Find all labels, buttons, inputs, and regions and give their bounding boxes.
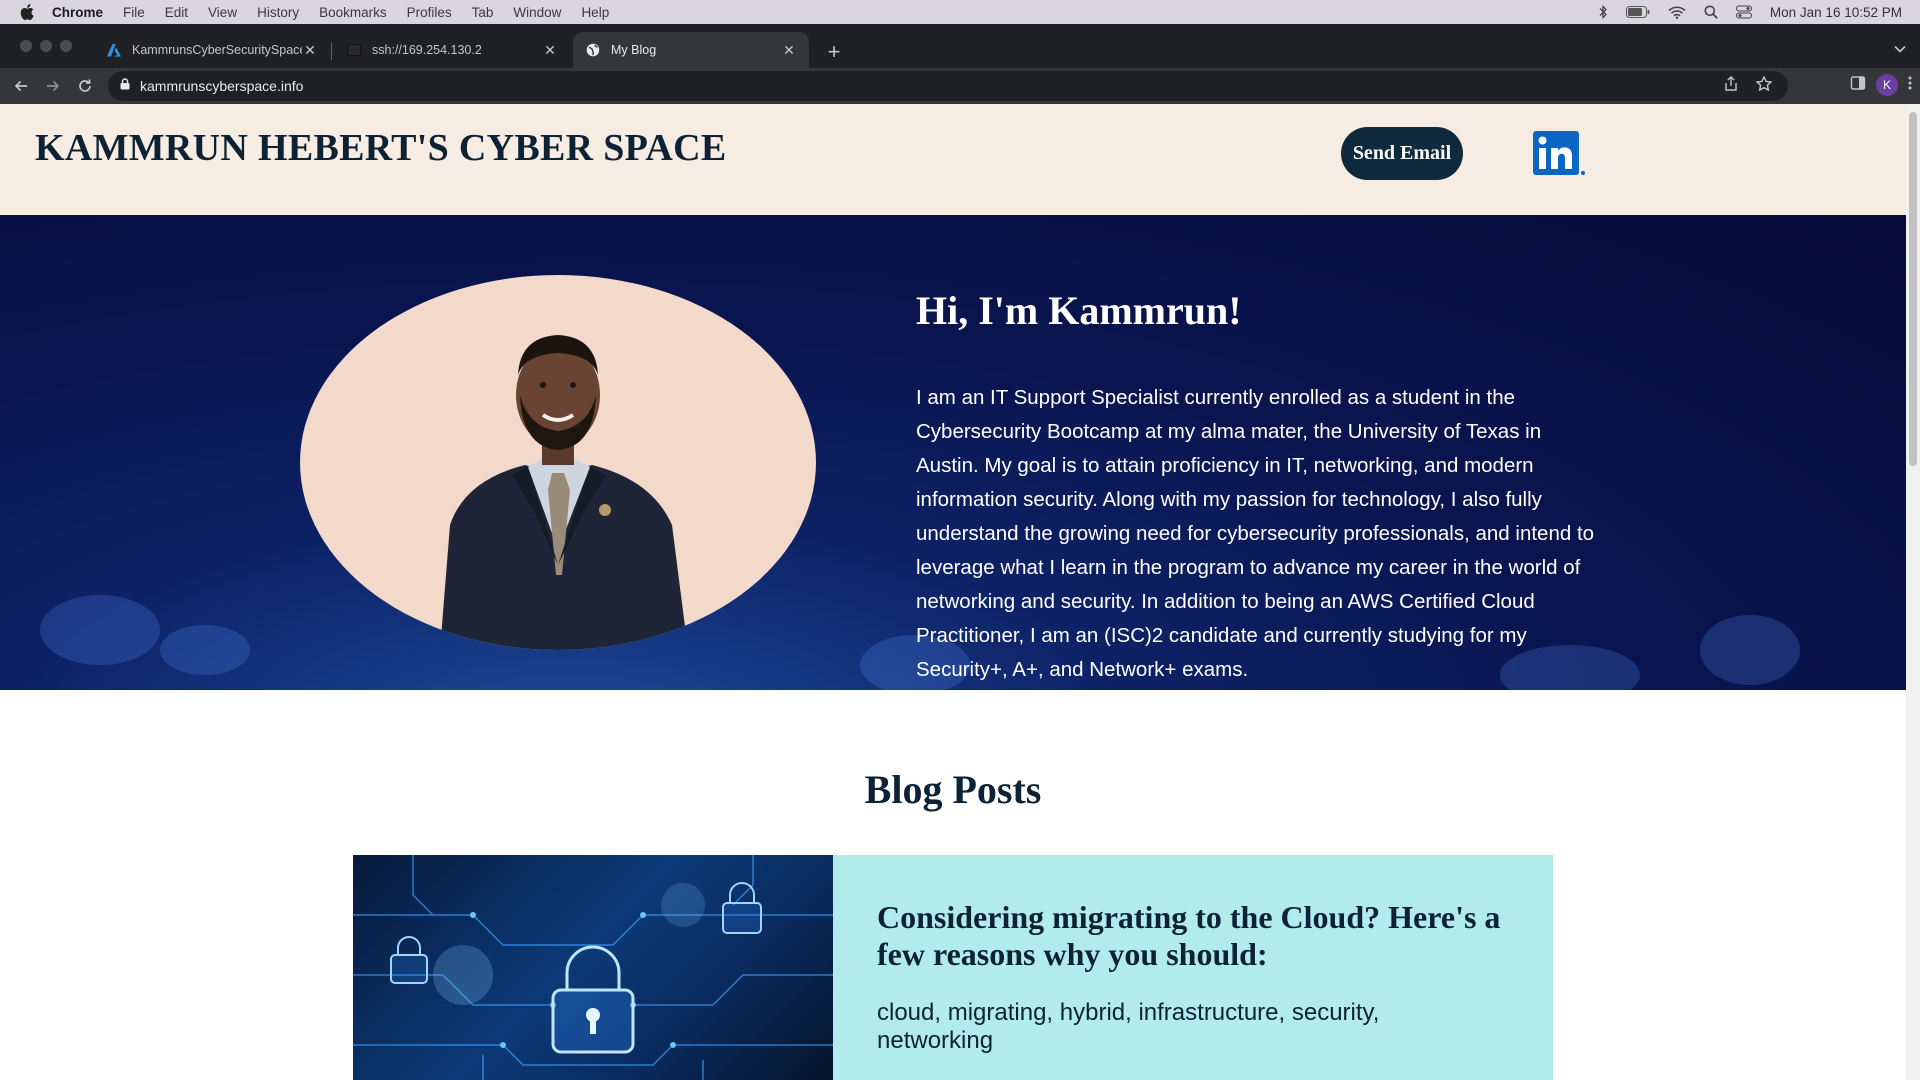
bokeh-light	[40, 595, 160, 665]
hero-greeting: Hi, I'm Kammrun!	[916, 288, 1242, 333]
address-bar[interactable]: kammrunscyberspace.info	[108, 71, 1788, 101]
menu-view[interactable]: View	[208, 5, 237, 20]
spotlight-search-icon[interactable]	[1704, 5, 1718, 19]
tab-close-icon[interactable]: ✕	[542, 42, 558, 58]
menu-edit[interactable]: Edit	[165, 5, 188, 20]
tab-search-chevron-icon[interactable]	[1894, 40, 1906, 58]
control-center-icon[interactable]	[1735, 5, 1752, 19]
minimize-window-button[interactable]	[40, 40, 52, 52]
page-viewport: KAMMRUN HEBERT'S CYBER SPACE Send Email	[0, 104, 1920, 1080]
menu-app-name[interactable]: Chrome	[52, 5, 103, 20]
browser-toolbar: kammrunscyberspace.info K	[0, 68, 1920, 104]
tab-ssh-session[interactable]: ssh://169.254.130.2 ✕	[334, 32, 570, 68]
blog-post-title[interactable]: Considering migrating to the Cloud? Here…	[877, 899, 1517, 973]
window-controls	[20, 40, 72, 52]
blog-post-card[interactable]: Considering migrating to the Cloud? Here…	[353, 855, 1553, 1080]
more-menu-icon[interactable]	[1908, 75, 1912, 96]
blog-posts-heading: Blog Posts	[864, 767, 1042, 812]
page-scrollbar[interactable]	[1906, 104, 1920, 1080]
battery-icon[interactable]	[1625, 6, 1650, 18]
tab-title: ssh://169.254.130.2	[372, 43, 482, 57]
url-text[interactable]: kammrunscyberspace.info	[140, 78, 303, 94]
tab-title: KammrunsCyberSecuritySpace	[132, 43, 302, 57]
profile-photo	[300, 275, 816, 650]
forward-arrow-icon[interactable]	[41, 74, 65, 98]
linkedin-icon[interactable]	[1533, 131, 1587, 177]
tab-close-icon[interactable]: ✕	[781, 42, 797, 58]
azure-icon	[106, 42, 122, 58]
menu-bookmarks[interactable]: Bookmarks	[319, 5, 387, 20]
wifi-icon[interactable]	[1668, 6, 1686, 19]
menubar-clock[interactable]: Mon Jan 16 10:52 PM	[1770, 5, 1902, 20]
tab-title: My Blog	[611, 43, 657, 57]
apple-icon[interactable]	[18, 3, 36, 21]
profile-avatar[interactable]: K	[1876, 74, 1898, 96]
bluetooth-icon[interactable]	[1598, 5, 1608, 19]
circuit-lock-illustration	[353, 855, 833, 1080]
browser-window: KammrunsCyberSecuritySpace ✕ ssh://169.2…	[0, 24, 1920, 1080]
terminal-icon	[346, 42, 362, 58]
menu-help[interactable]: Help	[581, 5, 609, 20]
menu-tab[interactable]: Tab	[472, 5, 494, 20]
close-window-button[interactable]	[20, 40, 32, 52]
menu-profiles[interactable]: Profiles	[407, 5, 452, 20]
back-arrow-icon[interactable]	[9, 74, 33, 98]
globe-icon	[585, 42, 601, 58]
lock-icon[interactable]	[120, 77, 130, 95]
site-header: KAMMRUN HEBERT'S CYBER SPACE Send Email	[0, 104, 1906, 215]
reload-icon[interactable]	[73, 74, 97, 98]
macos-menu-bar: Chrome File Edit View History Bookmarks …	[0, 0, 1920, 24]
scrollbar-thumb[interactable]	[1909, 112, 1917, 466]
menu-file[interactable]: File	[123, 5, 145, 20]
blog-post-tags: cloud, migrating, hybrid, infrastructure…	[877, 999, 1380, 1054]
portrait-illustration	[440, 335, 688, 650]
tab-strip: KammrunsCyberSecuritySpace ✕ ssh://169.2…	[0, 24, 1920, 68]
share-icon[interactable]	[1724, 76, 1738, 96]
new-tab-button[interactable]: +	[820, 38, 848, 66]
site-title[interactable]: KAMMRUN HEBERT'S CYBER SPACE	[35, 126, 726, 170]
tab-my-blog[interactable]: My Blog ✕	[573, 32, 809, 68]
tab-kammruns-cyber-security-space[interactable]: KammrunsCyberSecuritySpace ✕	[94, 32, 330, 68]
hero-section: Hi, I'm Kammrun! I am an IT Support Spec…	[0, 215, 1906, 690]
menu-history[interactable]: History	[257, 5, 299, 20]
zoom-window-button[interactable]	[60, 40, 72, 52]
menu-window[interactable]: Window	[513, 5, 561, 20]
side-panel-icon[interactable]	[1850, 75, 1866, 96]
bookmark-star-icon[interactable]	[1755, 75, 1773, 96]
hero-bio: I am an IT Support Specialist currently …	[916, 386, 1595, 681]
tab-close-icon[interactable]: ✕	[302, 42, 318, 58]
bokeh-light	[160, 625, 250, 675]
blog-post-image[interactable]	[353, 855, 833, 1080]
send-email-button[interactable]: Send Email	[1341, 127, 1463, 180]
tab-divider	[331, 42, 332, 60]
bokeh-light	[1700, 615, 1800, 685]
